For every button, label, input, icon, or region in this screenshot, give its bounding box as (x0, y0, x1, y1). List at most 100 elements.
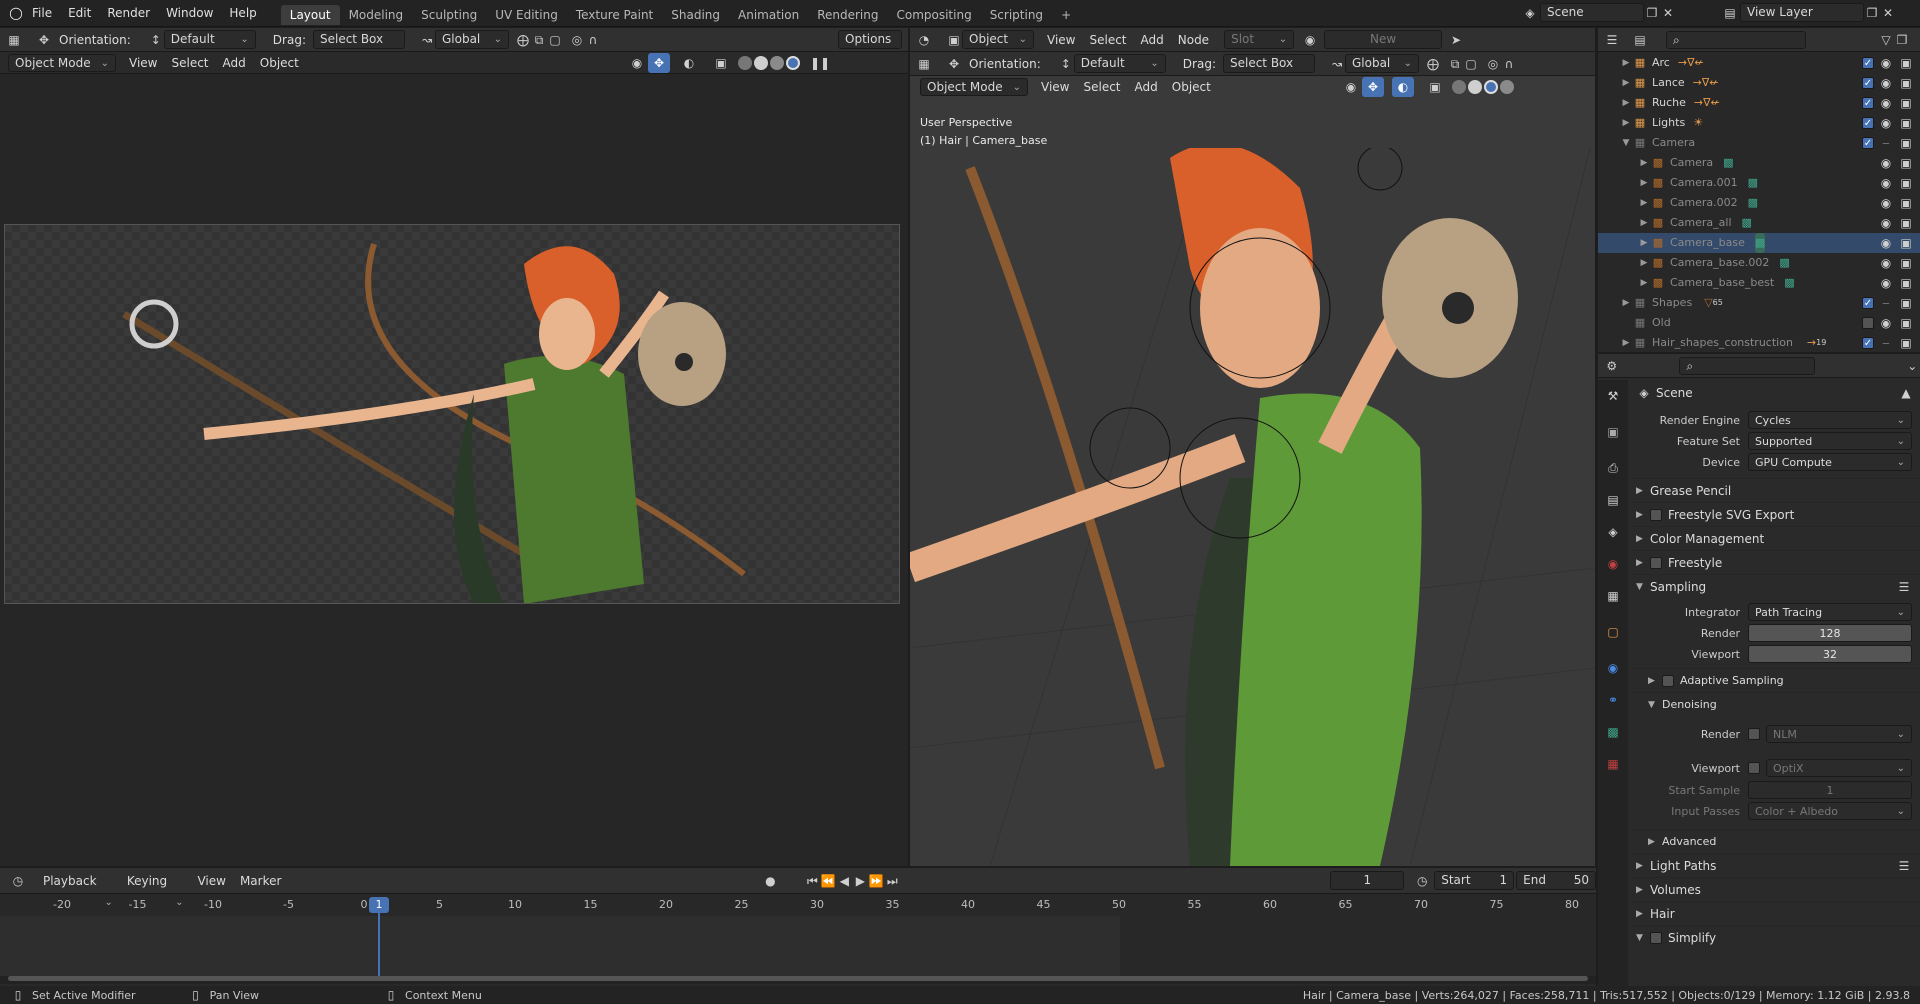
left-viewport[interactable]: ▦ ✥ Orientation: ↕ Default Drag: Select … (0, 28, 908, 866)
outliner-search-input[interactable]: ⌕ (1666, 30, 1806, 49)
tab-rendering[interactable]: Rendering (808, 5, 887, 25)
collapse-icon[interactable]: ▼ (1620, 133, 1632, 153)
denoise-render-dropdown[interactable]: NLM (1766, 725, 1912, 743)
device-dropdown[interactable]: GPU Compute (1748, 453, 1912, 471)
node-menu-view[interactable]: View (1040, 29, 1082, 51)
camera-render-icon[interactable]: ▣ (1898, 255, 1914, 271)
snap-icon-right[interactable]: ⧉ (1447, 56, 1463, 72)
playhead-label[interactable]: 1 (369, 897, 389, 913)
new-scene-icon[interactable]: ❐ (1644, 5, 1660, 21)
snap-target-icon[interactable]: ▢ (547, 32, 563, 48)
panel-adaptive-sampling[interactable]: ▶ Adaptive Sampling (1630, 668, 1920, 692)
frame-range-area[interactable] (0, 916, 1120, 976)
camera-render-icon[interactable]: ▣ (1898, 335, 1914, 351)
outliner-row-camera[interactable]: ▶ ▩ Camera ▩ ◉ ▣ (1598, 153, 1920, 173)
outliner-row-old[interactable]: ▦ Old ◉ ▣ (1598, 313, 1920, 333)
falloff-icon-right[interactable]: ∩ (1501, 56, 1517, 72)
tab-animation[interactable]: Animation (729, 5, 808, 25)
tab-sculpting[interactable]: Sculpting (412, 5, 486, 25)
view-layer-icon[interactable]: ▤ (1722, 5, 1738, 21)
expand-icon[interactable]: ▶ (1620, 333, 1632, 353)
pivot-icon-right[interactable]: ⨁ (1425, 56, 1441, 72)
panel-sampling[interactable]: ▼ Sampling ☰ (1630, 574, 1920, 598)
transform-tool-icon[interactable]: ✥ (36, 32, 52, 48)
rendered-shading-icon-right[interactable] (1500, 80, 1514, 94)
simplify-checkbox[interactable] (1650, 931, 1662, 944)
outliner-row-camera-all[interactable]: ▶ ▩ Camera_all ▩ ◉ ▣ (1598, 213, 1920, 233)
world-tab-icon[interactable]: ◉ (1605, 556, 1621, 572)
camera-render-icon[interactable]: ▣ (1898, 275, 1914, 291)
input-passes-dropdown[interactable]: Color + Albedo (1748, 802, 1912, 820)
proportional-edit-icon-right[interactable]: ◎ (1485, 56, 1501, 72)
timeline-editor-icon[interactable]: ◷ (10, 873, 26, 889)
eye-icon[interactable]: ◉ (1878, 315, 1894, 331)
overlay-icon[interactable]: ◐ (678, 53, 700, 73)
eye-icon[interactable]: ◉ (1878, 275, 1894, 291)
menu-select-right[interactable]: Select (1076, 76, 1127, 98)
camera-render-icon[interactable]: ▣ (1898, 235, 1914, 251)
panel-volumes[interactable]: ▶ Volumes (1630, 877, 1920, 901)
gizmo-icon-right[interactable]: ✥ (1362, 77, 1384, 97)
scene-icon[interactable]: ◈ (1522, 5, 1538, 21)
pause-render-icon[interactable]: ❚❚ (809, 53, 831, 73)
mode-dropdown-right[interactable]: Object Mode (920, 78, 1028, 96)
scene-field[interactable]: Scene (1540, 3, 1644, 22)
expand-icon[interactable]: ▶ (1638, 193, 1650, 213)
exclude-checkbox[interactable] (1862, 297, 1874, 309)
play-reverse-icon[interactable]: ◀ (836, 873, 852, 889)
panel-freestyle-svg-export[interactable]: ▶ Freestyle SVG Export (1630, 502, 1920, 526)
tab-shading[interactable]: Shading (662, 5, 729, 25)
menu-help[interactable]: Help (221, 0, 264, 27)
outliner-row-shapes[interactable]: ▶▦ Shapes ▽65 ‒▣ (1598, 293, 1920, 313)
falloff-icon[interactable]: ∩ (585, 32, 601, 48)
panel-grease-pencil[interactable]: ▶ Grease Pencil (1630, 478, 1920, 502)
current-frame-field[interactable]: 1 (1330, 871, 1405, 890)
end-frame-field[interactable]: End 50 (1516, 871, 1597, 890)
solid-shading-icon-right[interactable] (1468, 80, 1482, 94)
menu-file[interactable]: File (24, 0, 60, 27)
frame-ruler[interactable]: -20 -15 -10 -5 0 5 10 15 20 25 30 35 40 45 50 55 60 65 70 7… (0, 898, 1596, 914)
timeline-scrollbar[interactable] (0, 976, 1596, 984)
menu-window[interactable]: Window (158, 0, 221, 27)
outliner-row-arc[interactable]: ▶▦ Arc →∇↚ ◉▣ (1598, 53, 1920, 73)
editor-type-icon-right[interactable]: ◔ (916, 32, 932, 48)
rendered-shading-icon[interactable] (786, 56, 800, 70)
playback-menu[interactable]: Playback (36, 870, 120, 892)
orientation-dropdown[interactable]: Default (163, 30, 256, 49)
texture-tab-icon[interactable]: ▦ (1605, 756, 1621, 772)
panel-color-management[interactable]: ▶ Color Management (1630, 526, 1920, 550)
render-samples-field[interactable]: 128 (1748, 624, 1912, 642)
tab-modeling[interactable]: Modeling (340, 5, 413, 25)
exclude-checkbox[interactable] (1862, 57, 1874, 69)
camera-render-icon[interactable]: ▣ (1898, 95, 1914, 111)
camera-render-icon[interactable]: ▣ (1898, 175, 1914, 191)
camera-render-icon[interactable]: ▣ (1898, 155, 1914, 171)
start-frame-field[interactable]: Start 1 (1434, 871, 1515, 890)
panel-denoising[interactable]: ▼ Denoising (1630, 692, 1920, 716)
editor-type-icon-3d[interactable]: ▦ (916, 56, 932, 72)
render-tab-icon[interactable]: ▣ (1605, 424, 1621, 440)
eye-icon[interactable]: ◉ (1878, 255, 1894, 271)
options-dropdown[interactable]: Options (838, 30, 902, 49)
expand-icon[interactable]: ▶ (1638, 233, 1650, 253)
prev-keyframe-icon[interactable]: ⏪ (820, 873, 836, 889)
camera-render-icon[interactable]: ▣ (1898, 135, 1914, 151)
panel-freestyle[interactable]: ▶ Freestyle (1630, 550, 1920, 574)
outliner-row-ruche[interactable]: ▶▦ Ruche →∇↚ ◉▣ (1598, 93, 1920, 113)
playhead-line[interactable] (378, 912, 380, 978)
delete-view-layer-icon[interactable]: ✕ (1880, 5, 1896, 21)
new-view-layer-icon[interactable]: ❐ (1864, 5, 1880, 21)
right-viewport[interactable]: ◔ ▣ Object View Select Add Node Slot ◉ N… (910, 28, 1595, 866)
exclude-checkbox[interactable] (1862, 337, 1874, 349)
material-sphere-icon[interactable]: ◉ (1302, 32, 1318, 48)
snap-target-icon-right[interactable]: ▢ (1463, 56, 1479, 72)
editor-type-icon[interactable]: ▦ (6, 32, 22, 48)
blender-logo-icon[interactable]: ◯ (8, 5, 24, 21)
camera-render-icon[interactable]: ▣ (1898, 75, 1914, 91)
denoise-viewport-dropdown[interactable]: OptiX (1766, 759, 1912, 777)
camera-render-icon[interactable]: ▣ (1898, 215, 1914, 231)
exclude-checkbox[interactable] (1862, 77, 1874, 89)
pivot-icon[interactable]: ⨁ (515, 32, 531, 48)
integrator-dropdown[interactable]: Path Tracing (1748, 603, 1912, 621)
material-shading-icon-right[interactable] (1484, 80, 1498, 94)
